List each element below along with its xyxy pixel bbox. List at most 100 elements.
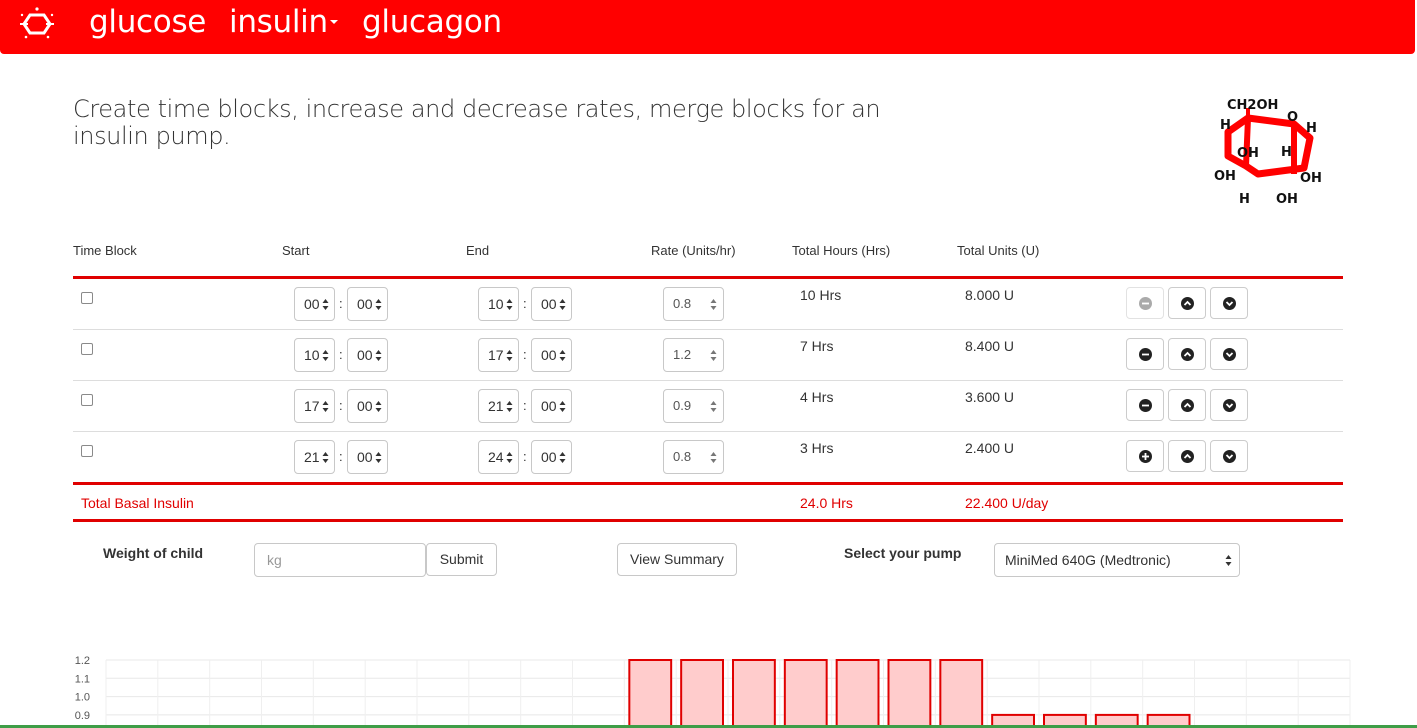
- svg-text:H: H: [1281, 145, 1292, 160]
- start-hour-select[interactable]: 00: [294, 287, 335, 321]
- chart-y-tick-label: 0.9: [75, 710, 90, 722]
- start-hour-value: 10: [304, 347, 320, 363]
- col-header-end: End: [466, 243, 490, 258]
- weight-label: Weight of child: [103, 545, 204, 561]
- view-summary-button[interactable]: View Summary: [617, 543, 737, 576]
- start-hour-value: 21: [304, 449, 320, 465]
- chevron-down-icon: [1223, 348, 1236, 361]
- svg-text:H: H: [1220, 118, 1231, 133]
- select-arrows-icon: [506, 350, 513, 361]
- end-hour-select[interactable]: 17: [478, 338, 519, 372]
- minus-circle-icon: [1139, 297, 1152, 310]
- row-total-units: 8.400 U: [965, 338, 1015, 354]
- chevron-down-icon: [1223, 450, 1236, 463]
- rate-number-input[interactable]: 0.9: [663, 389, 724, 423]
- rate-value: 0.9: [673, 398, 692, 413]
- select-arrows-icon: [559, 452, 566, 463]
- start-hour-select[interactable]: 10: [294, 338, 335, 372]
- time-block-row: 21:00 24:00 0.8 3 Hrs 2.400 U: [73, 431, 1343, 482]
- end-hour-select[interactable]: 10: [478, 287, 519, 321]
- decrease-rate-button[interactable]: [1210, 440, 1248, 472]
- select-arrows-icon: [375, 299, 382, 310]
- row-select-checkbox[interactable]: [81, 343, 93, 355]
- spinner-arrows-icon[interactable]: [710, 451, 717, 464]
- end-minute-value: 00: [541, 296, 557, 312]
- svg-text:O: O: [1287, 110, 1298, 125]
- rate-value: 0.8: [673, 296, 692, 311]
- glucose-molecule-image: CH2OH H O H OH H OH OH H OH: [1214, 98, 1322, 207]
- spinner-arrows-icon[interactable]: [710, 400, 717, 413]
- nav-glucose[interactable]: glucose: [89, 4, 206, 40]
- row-total-hours: 10 Hrs: [800, 287, 842, 303]
- row-total-units: 2.400 U: [965, 440, 1015, 456]
- select-arrows-icon: [322, 350, 329, 361]
- chevron-down-icon: [1223, 399, 1236, 412]
- add-block-button[interactable]: [1126, 440, 1164, 472]
- increase-rate-button[interactable]: [1168, 287, 1206, 319]
- submit-button[interactable]: Submit: [426, 543, 497, 576]
- nav-glucagon[interactable]: glucagon: [362, 4, 502, 40]
- row-select-checkbox[interactable]: [81, 292, 93, 304]
- time-colon: :: [339, 449, 343, 464]
- col-header-total-units: Total Units (U): [957, 243, 1040, 258]
- caret-down-icon: [329, 19, 338, 24]
- increase-rate-button[interactable]: [1168, 440, 1206, 472]
- start-minute-select[interactable]: 00: [347, 338, 388, 372]
- minus-circle-icon: [1139, 348, 1152, 361]
- row-select-checkbox[interactable]: [81, 394, 93, 406]
- spinner-arrows-icon[interactable]: [710, 298, 717, 311]
- basal-rate-chart: 1.2 1.1 1.0 0.9: [75, 655, 1351, 728]
- start-hour-select[interactable]: 21: [294, 440, 335, 474]
- remove-block-button[interactable]: [1126, 287, 1164, 319]
- start-minute-select[interactable]: 00: [347, 287, 388, 321]
- chart-bar: [835, 659, 880, 728]
- start-minute-value: 00: [357, 347, 373, 363]
- end-minute-select[interactable]: 00: [531, 389, 572, 423]
- decrease-rate-button[interactable]: [1210, 338, 1248, 370]
- svg-text:OH: OH: [1276, 192, 1298, 207]
- time-colon: :: [523, 296, 527, 311]
- select-arrows-icon: [506, 401, 513, 412]
- spinner-arrows-icon[interactable]: [710, 349, 717, 362]
- nav-insulin-dropdown[interactable]: insulin: [229, 4, 338, 40]
- increase-rate-button[interactable]: [1168, 338, 1206, 370]
- end-hour-select[interactable]: 21: [478, 389, 519, 423]
- weight-input[interactable]: kg: [254, 543, 426, 577]
- remove-block-button[interactable]: [1126, 389, 1164, 421]
- rate-number-input[interactable]: 0.8: [663, 440, 724, 474]
- remove-block-button[interactable]: [1126, 338, 1164, 370]
- end-minute-value: 00: [541, 398, 557, 414]
- row-select-checkbox[interactable]: [81, 445, 93, 457]
- start-minute-select[interactable]: 00: [347, 389, 388, 423]
- chevron-up-icon: [1181, 348, 1194, 361]
- rate-value: 1.2: [673, 347, 692, 362]
- chevron-down-icon: [1223, 297, 1236, 310]
- svg-text:OH: OH: [1214, 169, 1236, 184]
- pump-select[interactable]: MiniMed 640G (Medtronic): [994, 543, 1240, 577]
- start-minute-value: 00: [357, 296, 373, 312]
- time-block-row: 10:00 17:00 1.2 7 Hrs 8.400 U: [73, 329, 1343, 380]
- time-colon: :: [339, 398, 343, 413]
- decrease-rate-button[interactable]: [1210, 389, 1248, 421]
- chart-bar: [783, 659, 828, 728]
- select-arrows-icon: [559, 401, 566, 412]
- minus-circle-icon: [1139, 399, 1152, 412]
- row-total-units: 3.600 U: [965, 389, 1015, 405]
- plus-circle-icon: [1139, 450, 1152, 463]
- rate-number-input[interactable]: 1.2: [663, 338, 724, 372]
- col-header-time-block: Time Block: [73, 243, 137, 258]
- end-minute-select[interactable]: 00: [531, 338, 572, 372]
- page-lead-text: Create time blocks, increase and decreas…: [73, 95, 881, 150]
- end-hour-value: 17: [488, 347, 504, 363]
- start-minute-select[interactable]: 00: [347, 440, 388, 474]
- end-hour-select[interactable]: 24: [478, 440, 519, 474]
- end-minute-select[interactable]: 00: [531, 287, 572, 321]
- chart-bar: [887, 659, 932, 728]
- increase-rate-button[interactable]: [1168, 389, 1206, 421]
- end-minute-select[interactable]: 00: [531, 440, 572, 474]
- decrease-rate-button[interactable]: [1210, 287, 1248, 319]
- rate-number-input[interactable]: 0.8: [663, 287, 724, 321]
- glucose-logo-icon[interactable]: [16, 3, 58, 45]
- start-hour-select[interactable]: 17: [294, 389, 335, 423]
- col-header-rate: Rate (Units/hr): [651, 243, 736, 258]
